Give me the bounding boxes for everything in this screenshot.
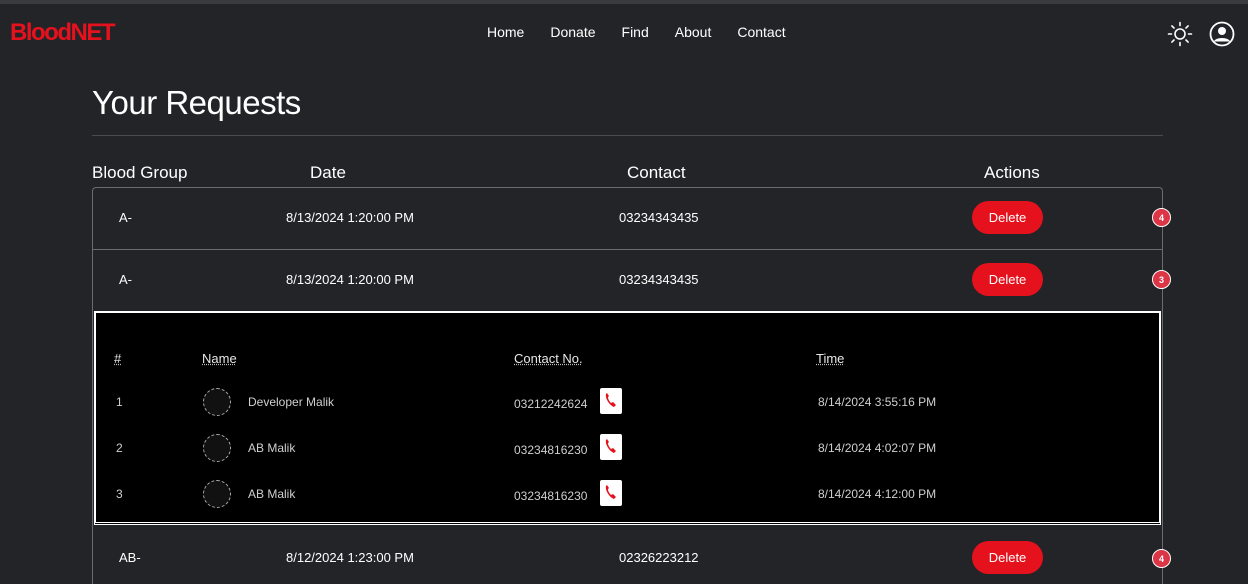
title-divider [92, 135, 1163, 136]
response-index: 3 [116, 487, 123, 501]
response-name: AB Malik [248, 441, 296, 455]
response-time: 8/14/2024 4:02:07 PM [818, 441, 937, 455]
column-header-date: Date [310, 163, 346, 182]
nav-about[interactable]: About [675, 24, 712, 40]
contact-cell: 03234343435 [619, 272, 699, 287]
blood-group-cell: A- [119, 272, 132, 287]
response-name: Developer Malik [248, 395, 335, 409]
page-title: Your Requests [92, 84, 301, 121]
responses-panel: # Name Contact No. Time 1 Developer Mali… [94, 311, 1161, 525]
sun-icon[interactable] [1167, 21, 1193, 47]
avatar [203, 388, 231, 416]
date-cell: 8/13/2024 1:20:00 PM [286, 210, 414, 225]
responses-header-time: Time [816, 351, 845, 366]
contact-cell: 02326223212 [619, 550, 699, 565]
blood-group-cell: AB- [119, 550, 141, 565]
user-circle-icon[interactable] [1209, 21, 1235, 47]
delete-button[interactable]: Delete [972, 201, 1043, 234]
response-contact: 03234816230 [514, 443, 588, 457]
nav-donate[interactable]: Donate [550, 24, 595, 40]
response-index: 2 [116, 441, 123, 455]
phone-icon[interactable] [600, 480, 622, 506]
response-name: AB Malik [248, 487, 296, 501]
brand-logo[interactable]: BloodNET [10, 19, 115, 47]
column-header-actions: Actions [984, 163, 1040, 182]
response-count-badge[interactable]: 3 [1152, 270, 1171, 289]
response-time: 8/14/2024 3:55:16 PM [818, 395, 937, 409]
responses-header-contact: Contact No. [514, 351, 583, 366]
response-contact: 03212242624 [514, 397, 588, 411]
phone-icon[interactable] [600, 434, 622, 460]
nav-links: Home Donate Find About Contact [487, 24, 812, 40]
date-cell: 8/13/2024 1:20:00 PM [286, 272, 414, 287]
responses-header-name: Name [202, 351, 237, 366]
column-header-contact: Contact [627, 163, 686, 182]
column-header-blood-group: Blood Group [92, 163, 188, 182]
delete-button[interactable]: Delete [972, 263, 1043, 296]
response-count-badge[interactable]: 4 [1152, 208, 1171, 227]
navbar: BloodNET Home Donate Find About Contact [0, 4, 1248, 60]
delete-button[interactable]: Delete [972, 541, 1043, 574]
avatar [203, 480, 231, 508]
response-time: 8/14/2024 4:12:00 PM [818, 487, 937, 501]
avatar [203, 434, 231, 462]
nav-home[interactable]: Home [487, 24, 524, 40]
responses-header-index: # [114, 351, 122, 366]
nav-contact[interactable]: Contact [737, 24, 785, 40]
response-contact: 03234816230 [514, 489, 588, 503]
phone-icon[interactable] [600, 388, 622, 414]
contact-cell: 03234343435 [619, 210, 699, 225]
nav-find[interactable]: Find [622, 24, 649, 40]
blood-group-cell: A- [119, 210, 132, 225]
response-index: 1 [116, 395, 123, 409]
date-cell: 8/12/2024 1:23:00 PM [286, 550, 414, 565]
response-count-badge[interactable]: 4 [1152, 549, 1171, 568]
